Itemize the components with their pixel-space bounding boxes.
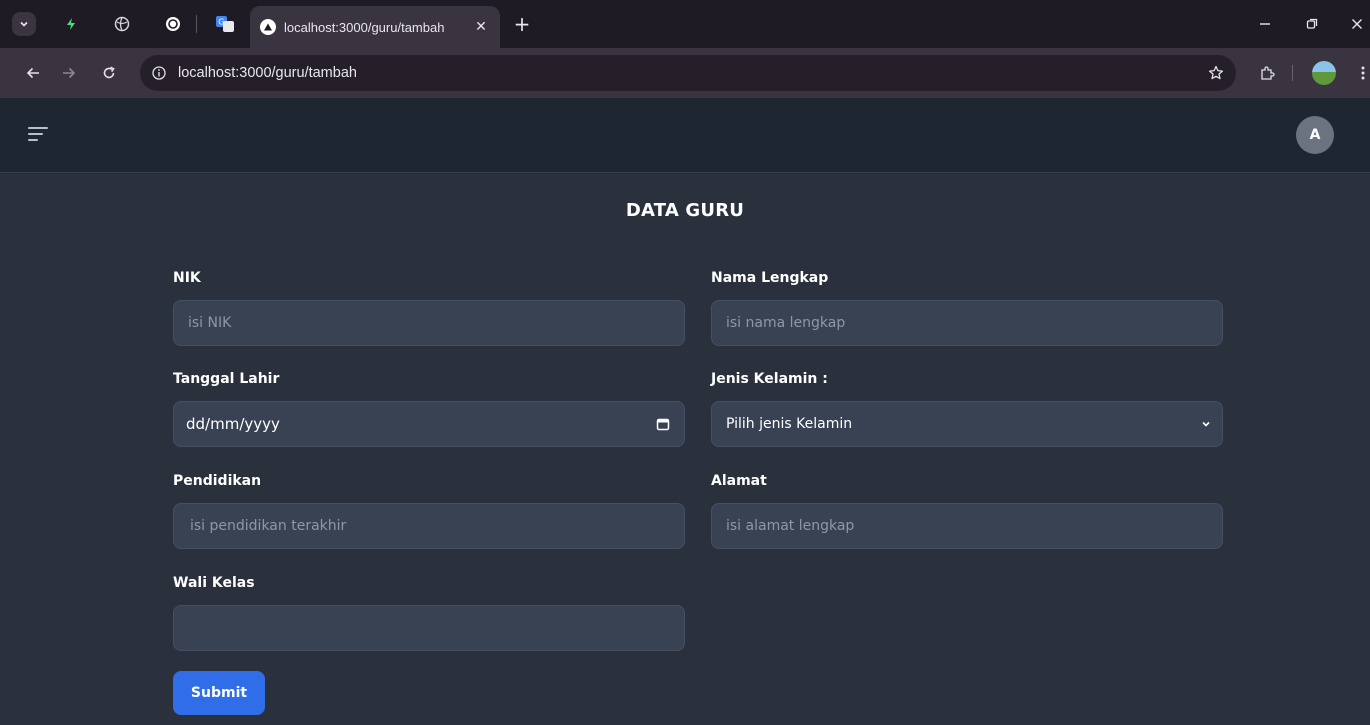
field-jenis-kelamin: Jenis Kelamin : Pilih jenis Kelamin xyxy=(711,371,1223,447)
arrow-left-icon xyxy=(26,67,39,79)
tab-close-button[interactable]: ✕ xyxy=(472,19,490,35)
address-bar[interactable]: localhost:3000/guru/tambah xyxy=(140,55,1236,91)
globe-icon xyxy=(114,16,130,32)
submit-button[interactable]: Submit xyxy=(173,671,265,715)
nama-lengkap-input[interactable] xyxy=(711,300,1223,346)
chrome-menu-button[interactable] xyxy=(1350,60,1370,86)
close-window-button[interactable] xyxy=(1345,12,1369,36)
pendidikan-input[interactable] xyxy=(173,503,685,549)
alamat-label: Alamat xyxy=(711,473,767,489)
nik-label: NIK xyxy=(173,270,201,286)
openai-icon xyxy=(166,17,180,31)
back-button[interactable] xyxy=(20,60,46,86)
info-icon xyxy=(152,66,166,80)
alamat-input[interactable] xyxy=(711,503,1223,549)
bolt-icon xyxy=(67,18,75,30)
arrow-right-icon xyxy=(63,67,76,79)
sidebar-toggle-button[interactable] xyxy=(28,125,50,143)
page-title: DATA GURU xyxy=(625,200,745,221)
pinned-tab-4[interactable]: G xyxy=(214,13,236,35)
field-alamat: Alamat xyxy=(711,473,1223,549)
field-nama-lengkap: Nama Lengkap xyxy=(711,270,1223,346)
tab-search-button[interactable] xyxy=(12,12,36,36)
calendar-icon[interactable] xyxy=(656,417,670,431)
jenis-kelamin-select[interactable]: Pilih jenis Kelamin xyxy=(711,401,1223,447)
user-avatar[interactable]: A xyxy=(1296,116,1334,154)
menu-icon xyxy=(28,139,38,141)
bookmark-button[interactable] xyxy=(1202,59,1230,87)
reload-icon xyxy=(103,66,115,79)
reload-button[interactable] xyxy=(96,60,122,86)
pinned-tab-3[interactable] xyxy=(162,13,184,35)
toolbar-separator xyxy=(1292,65,1293,81)
field-pendidikan: Pendidikan xyxy=(173,473,685,549)
minimize-button[interactable] xyxy=(1253,12,1277,36)
tab-title: localhost:3000/guru/tambah xyxy=(284,19,445,35)
pinned-tab-1[interactable] xyxy=(60,13,82,35)
browser-tab-bar: G localhost:3000/guru/tambah ✕ + xyxy=(0,0,1370,48)
wali-kelas-input[interactable] xyxy=(173,605,685,651)
date-value: dd/mm/yyyy xyxy=(186,415,280,433)
kebab-menu-icon xyxy=(1361,66,1365,80)
restore-icon xyxy=(1306,18,1318,29)
chevron-down-icon xyxy=(1202,421,1210,427)
wali-kelas-label: Wali Kelas xyxy=(173,575,255,591)
tanggal-lahir-input[interactable]: dd/mm/yyyy xyxy=(173,401,685,447)
extensions-button[interactable] xyxy=(1254,60,1280,86)
field-wali-kelas: Wali Kelas xyxy=(173,575,685,651)
nextjs-triangle-icon xyxy=(260,19,276,35)
nama-lengkap-label: Nama Lengkap xyxy=(711,270,829,286)
tanggal-lahir-label: Tanggal Lahir xyxy=(173,371,280,387)
field-nik: NIK xyxy=(173,270,685,346)
site-info-button[interactable] xyxy=(148,62,170,84)
jenis-kelamin-selected: Pilih jenis Kelamin xyxy=(726,416,853,432)
pendidikan-label: Pendidikan xyxy=(173,473,262,489)
pinned-separator xyxy=(196,15,197,33)
translate-icon: G xyxy=(216,16,234,32)
new-tab-button[interactable]: + xyxy=(510,12,534,36)
star-icon xyxy=(1208,65,1224,80)
profile-avatar[interactable] xyxy=(1312,61,1336,85)
puzzle-icon xyxy=(1261,66,1275,80)
browser-toolbar: localhost:3000/guru/tambah xyxy=(0,48,1370,98)
active-tab[interactable]: localhost:3000/guru/tambah ✕ xyxy=(250,6,500,48)
menu-icon xyxy=(28,127,48,129)
main-content: DATA GURU NIK Nama Lengkap Tanggal Lahir… xyxy=(0,174,1370,725)
close-icon xyxy=(1352,19,1362,29)
minimize-icon xyxy=(1260,23,1270,25)
forward-button[interactable] xyxy=(56,60,82,86)
svg-text:G: G xyxy=(218,18,224,27)
url-text: localhost:3000/guru/tambah xyxy=(178,65,357,81)
jenis-kelamin-label: Jenis Kelamin : xyxy=(711,371,828,387)
chevron-down-icon xyxy=(20,21,28,27)
app-header: A xyxy=(0,98,1370,173)
menu-icon xyxy=(28,133,43,135)
restore-button[interactable] xyxy=(1300,12,1324,36)
pinned-tab-2[interactable] xyxy=(111,13,133,35)
nik-input[interactable] xyxy=(173,300,685,346)
field-tanggal-lahir: Tanggal Lahir dd/mm/yyyy xyxy=(173,371,685,447)
